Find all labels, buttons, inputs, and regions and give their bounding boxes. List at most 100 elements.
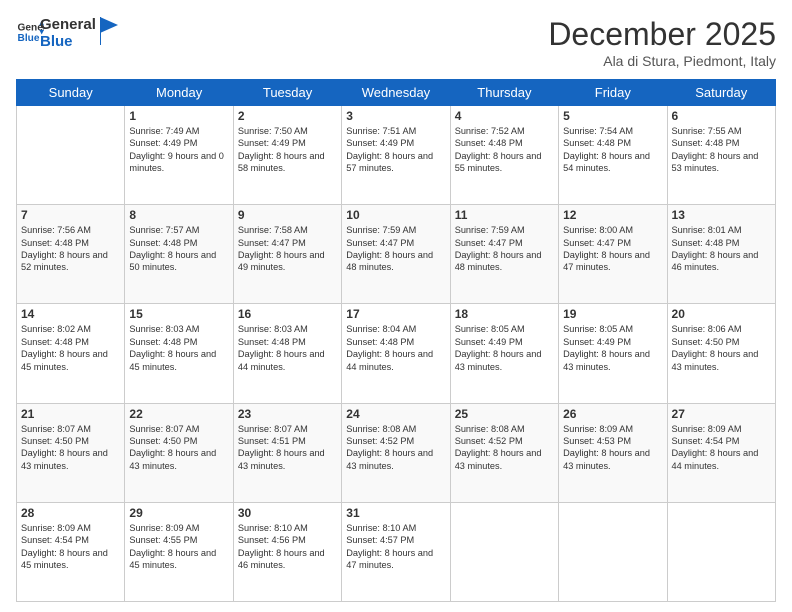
sunset-text: Sunset: 4:48 PM <box>563 138 631 148</box>
daylight-text: Daylight: 8 hours and 44 minutes. <box>346 349 433 371</box>
col-saturday: Saturday <box>667 80 775 106</box>
table-cell <box>17 106 125 205</box>
calendar-header-row: Sunday Monday Tuesday Wednesday Thursday… <box>17 80 776 106</box>
cell-details: Sunrise: 7:54 AM Sunset: 4:48 PM Daylight:… <box>563 125 662 175</box>
cell-details: Sunrise: 8:08 AMSunset: 4:52 PMDaylight:… <box>455 423 554 473</box>
logo-flag-icon <box>100 17 118 45</box>
sunrise-text: Sunrise: 7:59 AM <box>455 225 525 235</box>
sunset-text: Sunset: 4:48 PM <box>129 238 197 248</box>
daylight-text: Daylight: 8 hours and 43 minutes. <box>563 448 650 470</box>
sunrise-text: Sunrise: 7:54 AM <box>563 126 633 136</box>
sunset-text: Sunset: 4:48 PM <box>21 238 89 248</box>
logo: General Blue General Blue <box>16 16 118 51</box>
table-cell: 30Sunrise: 8:10 AMSunset: 4:56 PMDayligh… <box>233 502 341 601</box>
col-monday: Monday <box>125 80 233 106</box>
cell-details: Sunrise: 8:03 AMSunset: 4:48 PMDaylight:… <box>129 323 228 373</box>
day-number: 13 <box>672 208 771 222</box>
sunrise-text: Sunrise: 8:03 AM <box>238 324 308 334</box>
daylight-text: Daylight: 8 hours and 45 minutes. <box>129 548 216 570</box>
day-number: 14 <box>21 307 120 321</box>
calendar-week-2: 7Sunrise: 7:56 AMSunset: 4:48 PMDaylight… <box>17 205 776 304</box>
sunrise-text: Sunrise: 8:09 AM <box>563 424 633 434</box>
daylight-text: Daylight: 8 hours and 53 minutes. <box>672 151 759 173</box>
sunrise-text: Sunrise: 8:08 AM <box>346 424 416 434</box>
sunrise-text: Sunrise: 8:03 AM <box>129 324 199 334</box>
sunrise-text: Sunrise: 7:50 AM <box>238 126 308 136</box>
title-block: December 2025 Ala di Stura, Piedmont, It… <box>548 16 776 69</box>
daylight-text: Daylight: 8 hours and 45 minutes. <box>21 548 108 570</box>
cell-details: Sunrise: 7:59 AMSunset: 4:47 PMDaylight:… <box>346 224 445 274</box>
col-thursday: Thursday <box>450 80 558 106</box>
sunrise-text: Sunrise: 8:09 AM <box>21 523 91 533</box>
sunset-text: Sunset: 4:51 PM <box>238 436 306 446</box>
calendar-week-5: 28 Sunrise: 8:09 AMSunset: 4:54 PMDayligh… <box>17 502 776 601</box>
table-cell: 26Sunrise: 8:09 AMSunset: 4:53 PMDayligh… <box>559 403 667 502</box>
month-title: December 2025 <box>548 16 776 53</box>
sunset-text: Sunset: 4:47 PM <box>346 238 414 248</box>
sunrise-text: Sunrise: 8:05 AM <box>455 324 525 334</box>
col-tuesday: Tuesday <box>233 80 341 106</box>
day-number: 5 <box>563 109 662 123</box>
day-number: 6 <box>672 109 771 123</box>
sunset-text: Sunset: 4:48 PM <box>129 337 197 347</box>
cell-details: Sunrise: 7:57 AMSunset: 4:48 PMDaylight:… <box>129 224 228 274</box>
sunrise-text: Sunrise: 8:07 AM <box>129 424 199 434</box>
sunset-text: Sunset: 4:48 PM <box>346 337 414 347</box>
cell-details: Sunrise: 8:09 AMSunset: 4:53 PMDaylight:… <box>563 423 662 473</box>
cell-details: Sunrise: 8:09 AMSunset: 4:54 PMDaylight:… <box>21 522 120 572</box>
cell-details: Sunrise: 8:07 AM Sunset: 4:51 PM Daylight:… <box>238 423 337 473</box>
daylight-text: Daylight: 8 hours and 54 minutes. <box>563 151 650 173</box>
sunset-text: Sunset: 4:48 PM <box>672 138 740 148</box>
table-cell: 2Sunrise: 7:50 AMSunset: 4:49 PMDaylight… <box>233 106 341 205</box>
day-number: 2 <box>238 109 337 123</box>
table-cell: 28 Sunrise: 8:09 AMSunset: 4:54 PMDayligh… <box>17 502 125 601</box>
day-number: 17 <box>346 307 445 321</box>
cell-details: Sunrise: 8:05 AMSunset: 4:49 PMDaylight:… <box>563 323 662 373</box>
sunrise-text: Sunrise: 8:07 AM <box>238 424 308 434</box>
sunrise-text: Sunrise: 7:52 AM <box>455 126 525 136</box>
table-cell: 9Sunrise: 7:58 AMSunset: 4:47 PMDaylight… <box>233 205 341 304</box>
day-number: 8 <box>129 208 228 222</box>
logo-text-general: General <box>40 16 96 33</box>
sunrise-text: Sunrise: 8:09 AM <box>129 523 199 533</box>
table-cell: 16Sunrise: 8:03 AMSunset: 4:48 PMDayligh… <box>233 304 341 403</box>
cell-details: Sunrise: 8:04 AM Sunset: 4:48 PM Daylight:… <box>346 323 445 373</box>
sunrise-text: Sunrise: 8:04 AM <box>346 324 416 334</box>
sunset-text: Sunset: 4:50 PM <box>672 337 740 347</box>
sunset-text: Sunset: 4:56 PM <box>238 535 306 545</box>
sunset-text: Sunset: 4:49 PM <box>455 337 523 347</box>
day-number: 3 <box>346 109 445 123</box>
table-cell: 24Sunrise: 8:08 AMSunset: 4:52 PMDayligh… <box>342 403 450 502</box>
table-cell: 1Sunrise: 7:49 AMSunset: 4:49 PMDaylight… <box>125 106 233 205</box>
sunrise-text: Sunrise: 8:05 AM <box>563 324 633 334</box>
sunset-text: Sunset: 4:52 PM <box>346 436 414 446</box>
daylight-text: Daylight: 8 hours and 47 minutes. <box>346 548 433 570</box>
cell-details: Sunrise: 7:55 AMSunset: 4:48 PMDaylight:… <box>672 125 771 175</box>
cell-details: Sunrise: 7:51 AMSunset: 4:49 PMDaylight:… <box>346 125 445 175</box>
daylight-text: Daylight: 8 hours and 43 minutes. <box>563 349 650 371</box>
day-number: 22 <box>129 407 228 421</box>
daylight-text: Daylight: 8 hours and 43 minutes. <box>21 448 108 470</box>
sunset-text: Sunset: 4:48 PM <box>455 138 523 148</box>
cell-details: Sunrise: 7:49 AMSunset: 4:49 PMDaylight:… <box>129 125 228 175</box>
sunrise-text: Sunrise: 7:58 AM <box>238 225 308 235</box>
day-number: 29 <box>129 506 228 520</box>
cell-details: Sunrise: 8:10 AMSunset: 4:56 PMDaylight:… <box>238 522 337 572</box>
sunrise-text: Sunrise: 7:56 AM <box>21 225 91 235</box>
day-number: 15 <box>129 307 228 321</box>
table-cell: 11Sunrise: 7:59 AMSunset: 4:47 PMDayligh… <box>450 205 558 304</box>
table-cell: 13Sunrise: 8:01 AMSunset: 4:48 PMDayligh… <box>667 205 775 304</box>
cell-details: Sunrise: 7:58 AMSunset: 4:47 PMDaylight:… <box>238 224 337 274</box>
cell-details: Sunrise: 8:07 AMSunset: 4:50 PMDaylight:… <box>129 423 228 473</box>
col-friday: Friday <box>559 80 667 106</box>
sunset-text: Sunset: 4:50 PM <box>21 436 89 446</box>
daylight-text: Daylight: 8 hours and 43 minutes. <box>672 349 759 371</box>
table-cell: 27Sunrise: 8:09 AMSunset: 4:54 PMDayligh… <box>667 403 775 502</box>
daylight-text: Daylight: 8 hours and 48 minutes. <box>455 250 542 272</box>
cell-details: Sunrise: 8:07 AMSunset: 4:50 PMDaylight:… <box>21 423 120 473</box>
table-cell: 10Sunrise: 7:59 AMSunset: 4:47 PMDayligh… <box>342 205 450 304</box>
location-subtitle: Ala di Stura, Piedmont, Italy <box>548 53 776 69</box>
daylight-text: Daylight: 8 hours and 43 minutes. <box>238 448 325 470</box>
table-cell: 12Sunrise: 8:00 AMSunset: 4:47 PMDayligh… <box>559 205 667 304</box>
day-number: 28 <box>21 506 120 520</box>
